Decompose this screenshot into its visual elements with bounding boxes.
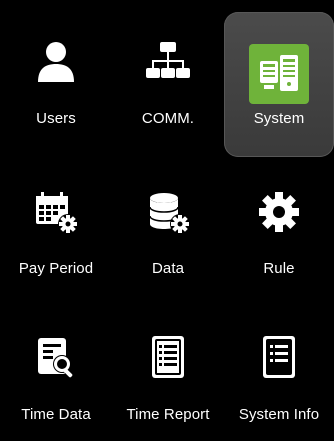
menu-item-label: Rule [263, 260, 295, 277]
menu-item-time-data[interactable]: Time Data [0, 296, 112, 441]
menu-item-system[interactable]: System [224, 12, 334, 157]
menu-item-label: Users [36, 110, 76, 127]
menu-item-pay-period[interactable]: Pay Period [0, 150, 112, 295]
menu-item-label: Time Data [21, 406, 91, 423]
menu-item-rule[interactable]: Rule [224, 150, 334, 295]
menu-item-label: COMM. [141, 110, 195, 127]
user-icon [26, 32, 86, 92]
menu-item-time-report[interactable]: Time Report [112, 296, 224, 441]
database-gear-icon [138, 182, 198, 242]
menu-item-label: System [253, 110, 305, 127]
menu-item-label: Pay Period [18, 260, 94, 277]
menu-item-label: Time Report [126, 406, 210, 423]
info-document-icon [249, 328, 309, 388]
gear-icon [249, 182, 309, 242]
network-icon [138, 32, 198, 92]
menu-item-users[interactable]: Users [0, 0, 112, 145]
system-icon [249, 44, 309, 104]
report-icon [138, 328, 198, 388]
menu-item-system-info[interactable]: System Info [224, 296, 334, 441]
menu-item-data[interactable]: Data [112, 150, 224, 295]
menu-item-label: Data [151, 260, 185, 277]
menu-item-comm[interactable]: COMM. [112, 0, 224, 145]
calendar-gear-icon [26, 182, 86, 242]
document-search-icon [26, 328, 86, 388]
menu-item-label: System Info [238, 406, 320, 423]
main-menu-grid: Users COMM. System Pay Period Data Rule … [0, 0, 334, 441]
